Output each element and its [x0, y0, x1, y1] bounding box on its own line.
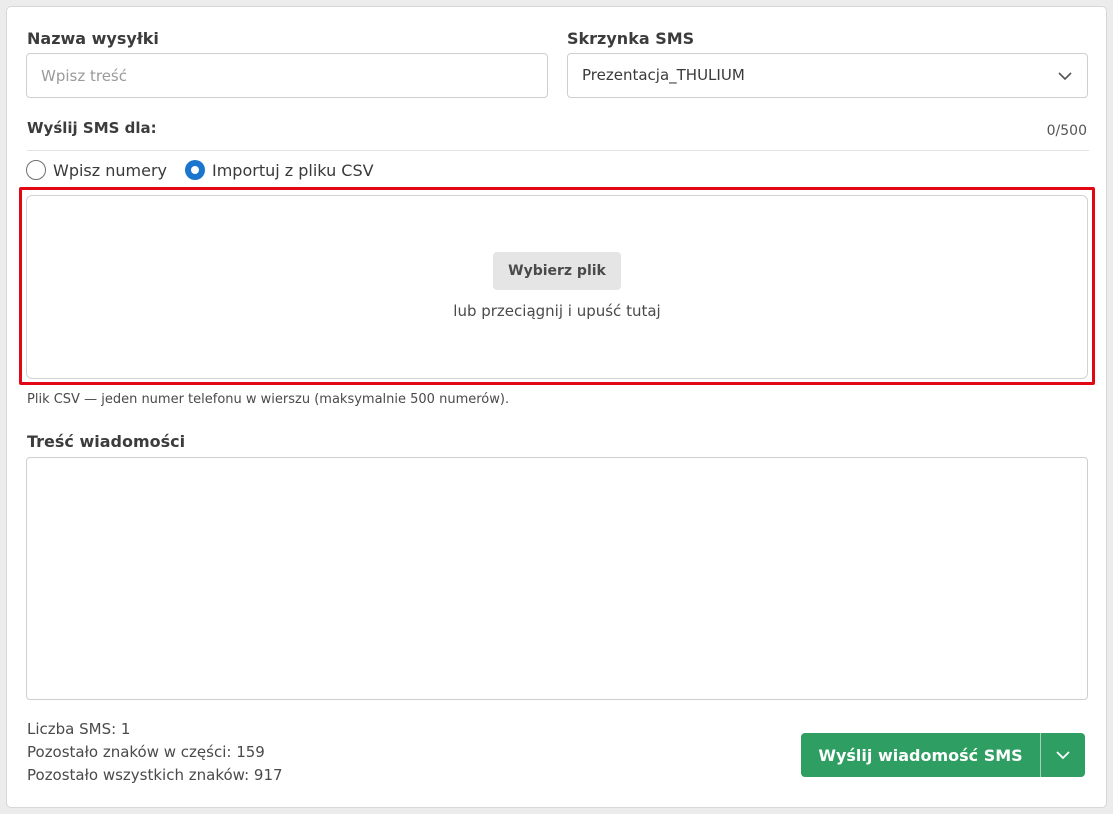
radio-label-type-numbers: Wpisz numery: [53, 160, 167, 180]
radio-type-numbers[interactable]: Wpisz numery: [26, 158, 167, 182]
sms-count: Liczba SMS: 1: [27, 720, 131, 738]
radio-button-checked[interactable]: [185, 160, 205, 180]
send-button-group: Wyślij wiadomość SMS: [801, 733, 1085, 777]
divider: [27, 150, 1089, 151]
sms-box-selected-value: Prezentacja_THULIUM: [582, 66, 745, 84]
sms-box-select[interactable]: Prezentacja_THULIUM: [567, 53, 1088, 98]
sms-form-card: Nazwa wysyłki Skrzynka SMS Prezentacja_T…: [6, 6, 1107, 808]
message-textarea[interactable]: [27, 458, 1087, 699]
recipients-counter: 0/500: [1046, 123, 1087, 139]
sms-box-label: Skrzynka SMS: [567, 29, 695, 48]
chevron-down-icon: [1056, 751, 1070, 760]
radio-label-import-csv: Importuj z pliku CSV: [212, 160, 374, 180]
choose-file-button[interactable]: Wybierz plik: [493, 252, 621, 290]
send-sms-button[interactable]: Wyślij wiadomość SMS: [801, 733, 1040, 777]
file-dropzone[interactable]: Wybierz plik lub przeciągnij i upuść tut…: [26, 195, 1088, 379]
message-textarea-wrapper: [26, 457, 1088, 700]
chars-left-part: Pozostało znaków w części: 159: [27, 743, 265, 761]
radio-import-csv[interactable]: Importuj z pliku CSV: [185, 158, 374, 182]
name-field-wrapper: [26, 53, 548, 98]
drop-instruction: lub przeciągnij i upuść tutaj: [453, 302, 661, 320]
csv-hint: Plik CSV — jeden numer telefonu w wiersz…: [27, 392, 510, 407]
name-label: Nazwa wysyłki: [27, 29, 159, 48]
radio-button-unchecked[interactable]: [26, 160, 46, 180]
recipients-label: Wyślij SMS dla:: [27, 119, 157, 137]
name-input[interactable]: [27, 54, 547, 97]
send-options-button[interactable]: [1041, 733, 1085, 777]
chevron-down-icon: [1058, 72, 1072, 81]
message-label: Treść wiadomości: [27, 432, 186, 451]
chars-left-total: Pozostało wszystkich znaków: 917: [27, 766, 283, 784]
